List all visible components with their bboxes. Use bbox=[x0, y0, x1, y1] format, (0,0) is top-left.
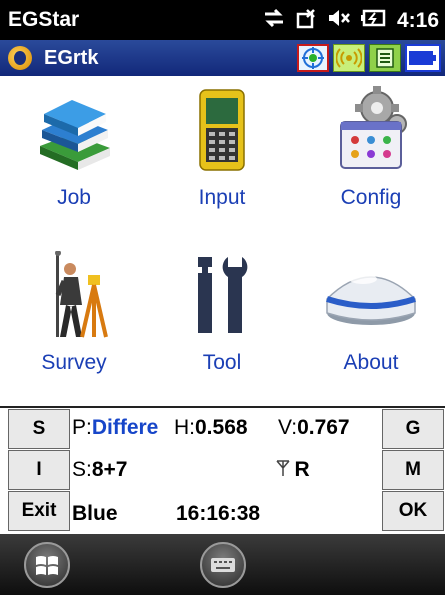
position-mode-value: Differe bbox=[91, 416, 159, 439]
app-title-bar: EGrtk bbox=[0, 40, 445, 76]
surveyor-tripod-icon bbox=[34, 250, 114, 339]
data-log-icon[interactable] bbox=[369, 44, 401, 72]
status-panel: S I Exit G M OK P:Differe H:0.568 V:0.76… bbox=[0, 406, 445, 536]
v-value: 0.767 bbox=[297, 416, 350, 439]
gears-icon bbox=[331, 86, 411, 174]
sat-prefix: S: bbox=[72, 458, 92, 481]
exit-button[interactable]: Exit bbox=[8, 491, 70, 531]
menu-item-job[interactable]: Job bbox=[0, 76, 148, 236]
handheld-device-icon bbox=[182, 86, 262, 174]
menu-label-input: Input bbox=[198, 186, 246, 209]
keyboard-icon[interactable] bbox=[200, 542, 246, 588]
app-title: EGrtk bbox=[44, 47, 99, 69]
menu-label-tool: Tool bbox=[202, 351, 242, 374]
gps-target-icon[interactable] bbox=[297, 44, 329, 72]
i-button[interactable]: I bbox=[8, 450, 70, 490]
m-button[interactable]: M bbox=[382, 450, 444, 490]
clock-value: 16:16:38 bbox=[176, 502, 261, 525]
v-prefix: V: bbox=[278, 416, 298, 439]
panel-clock: 16:16:38 bbox=[176, 502, 260, 526]
satellite-count: S:8+7 bbox=[72, 458, 127, 482]
h-prefix: H: bbox=[174, 416, 195, 439]
gnss-receiver-icon bbox=[319, 251, 423, 339]
status-bar: EGStar 4:16 bbox=[0, 0, 445, 40]
position-prefix: P: bbox=[72, 416, 92, 439]
menu-label-config: Config bbox=[340, 186, 402, 209]
menu-item-survey[interactable]: Survey bbox=[0, 241, 148, 401]
antenna-icon bbox=[276, 460, 294, 480]
link-type: Blue bbox=[72, 502, 118, 526]
volume-muted-icon[interactable] bbox=[327, 8, 351, 34]
g-button[interactable]: G bbox=[382, 409, 444, 449]
vertical-precision: V:0.767 bbox=[278, 416, 350, 440]
status-icons: 4:16 bbox=[263, 7, 439, 35]
battery-icon[interactable] bbox=[405, 44, 441, 72]
wrench-icon bbox=[182, 251, 262, 339]
h-value: 0.568 bbox=[195, 416, 248, 439]
ok-button[interactable]: OK bbox=[382, 491, 444, 531]
connectivity-icon[interactable] bbox=[263, 8, 285, 34]
menu-item-tool[interactable]: Tool bbox=[148, 241, 296, 401]
menu-label-job: Job bbox=[57, 186, 91, 209]
menu-item-config[interactable]: Config bbox=[297, 76, 445, 236]
link-value: Blue bbox=[72, 502, 118, 525]
position-mode: P:Differe bbox=[72, 416, 158, 440]
battery-charging-icon[interactable] bbox=[360, 8, 387, 34]
sat-value: 8+7 bbox=[91, 458, 128, 481]
s-button[interactable]: S bbox=[8, 409, 70, 449]
taskbar bbox=[0, 534, 445, 595]
horizontal-precision: H:0.568 bbox=[174, 416, 248, 440]
radio-signal-icon[interactable] bbox=[333, 44, 365, 72]
app-status-icons bbox=[297, 44, 441, 72]
main-menu-grid: Job Input Config Survey Tool About bbox=[0, 76, 445, 406]
menu-label-about: About bbox=[343, 351, 399, 374]
status-title: EGStar bbox=[8, 8, 80, 31]
menu-item-input[interactable]: Input bbox=[148, 76, 296, 236]
radio-status-value: R bbox=[294, 458, 310, 481]
windows-start-icon[interactable] bbox=[24, 542, 70, 588]
menu-item-about[interactable]: About bbox=[297, 241, 445, 401]
status-time[interactable]: 4:16 bbox=[397, 9, 439, 33]
no-signal-icon[interactable] bbox=[295, 7, 317, 35]
radio-status: R bbox=[276, 458, 310, 482]
device-screen: EGStar 4:16 EGrtk Job Input Config Surve… bbox=[0, 0, 445, 595]
app-logo-icon[interactable] bbox=[8, 46, 32, 70]
books-icon bbox=[34, 86, 114, 174]
menu-label-survey: Survey bbox=[41, 351, 107, 374]
